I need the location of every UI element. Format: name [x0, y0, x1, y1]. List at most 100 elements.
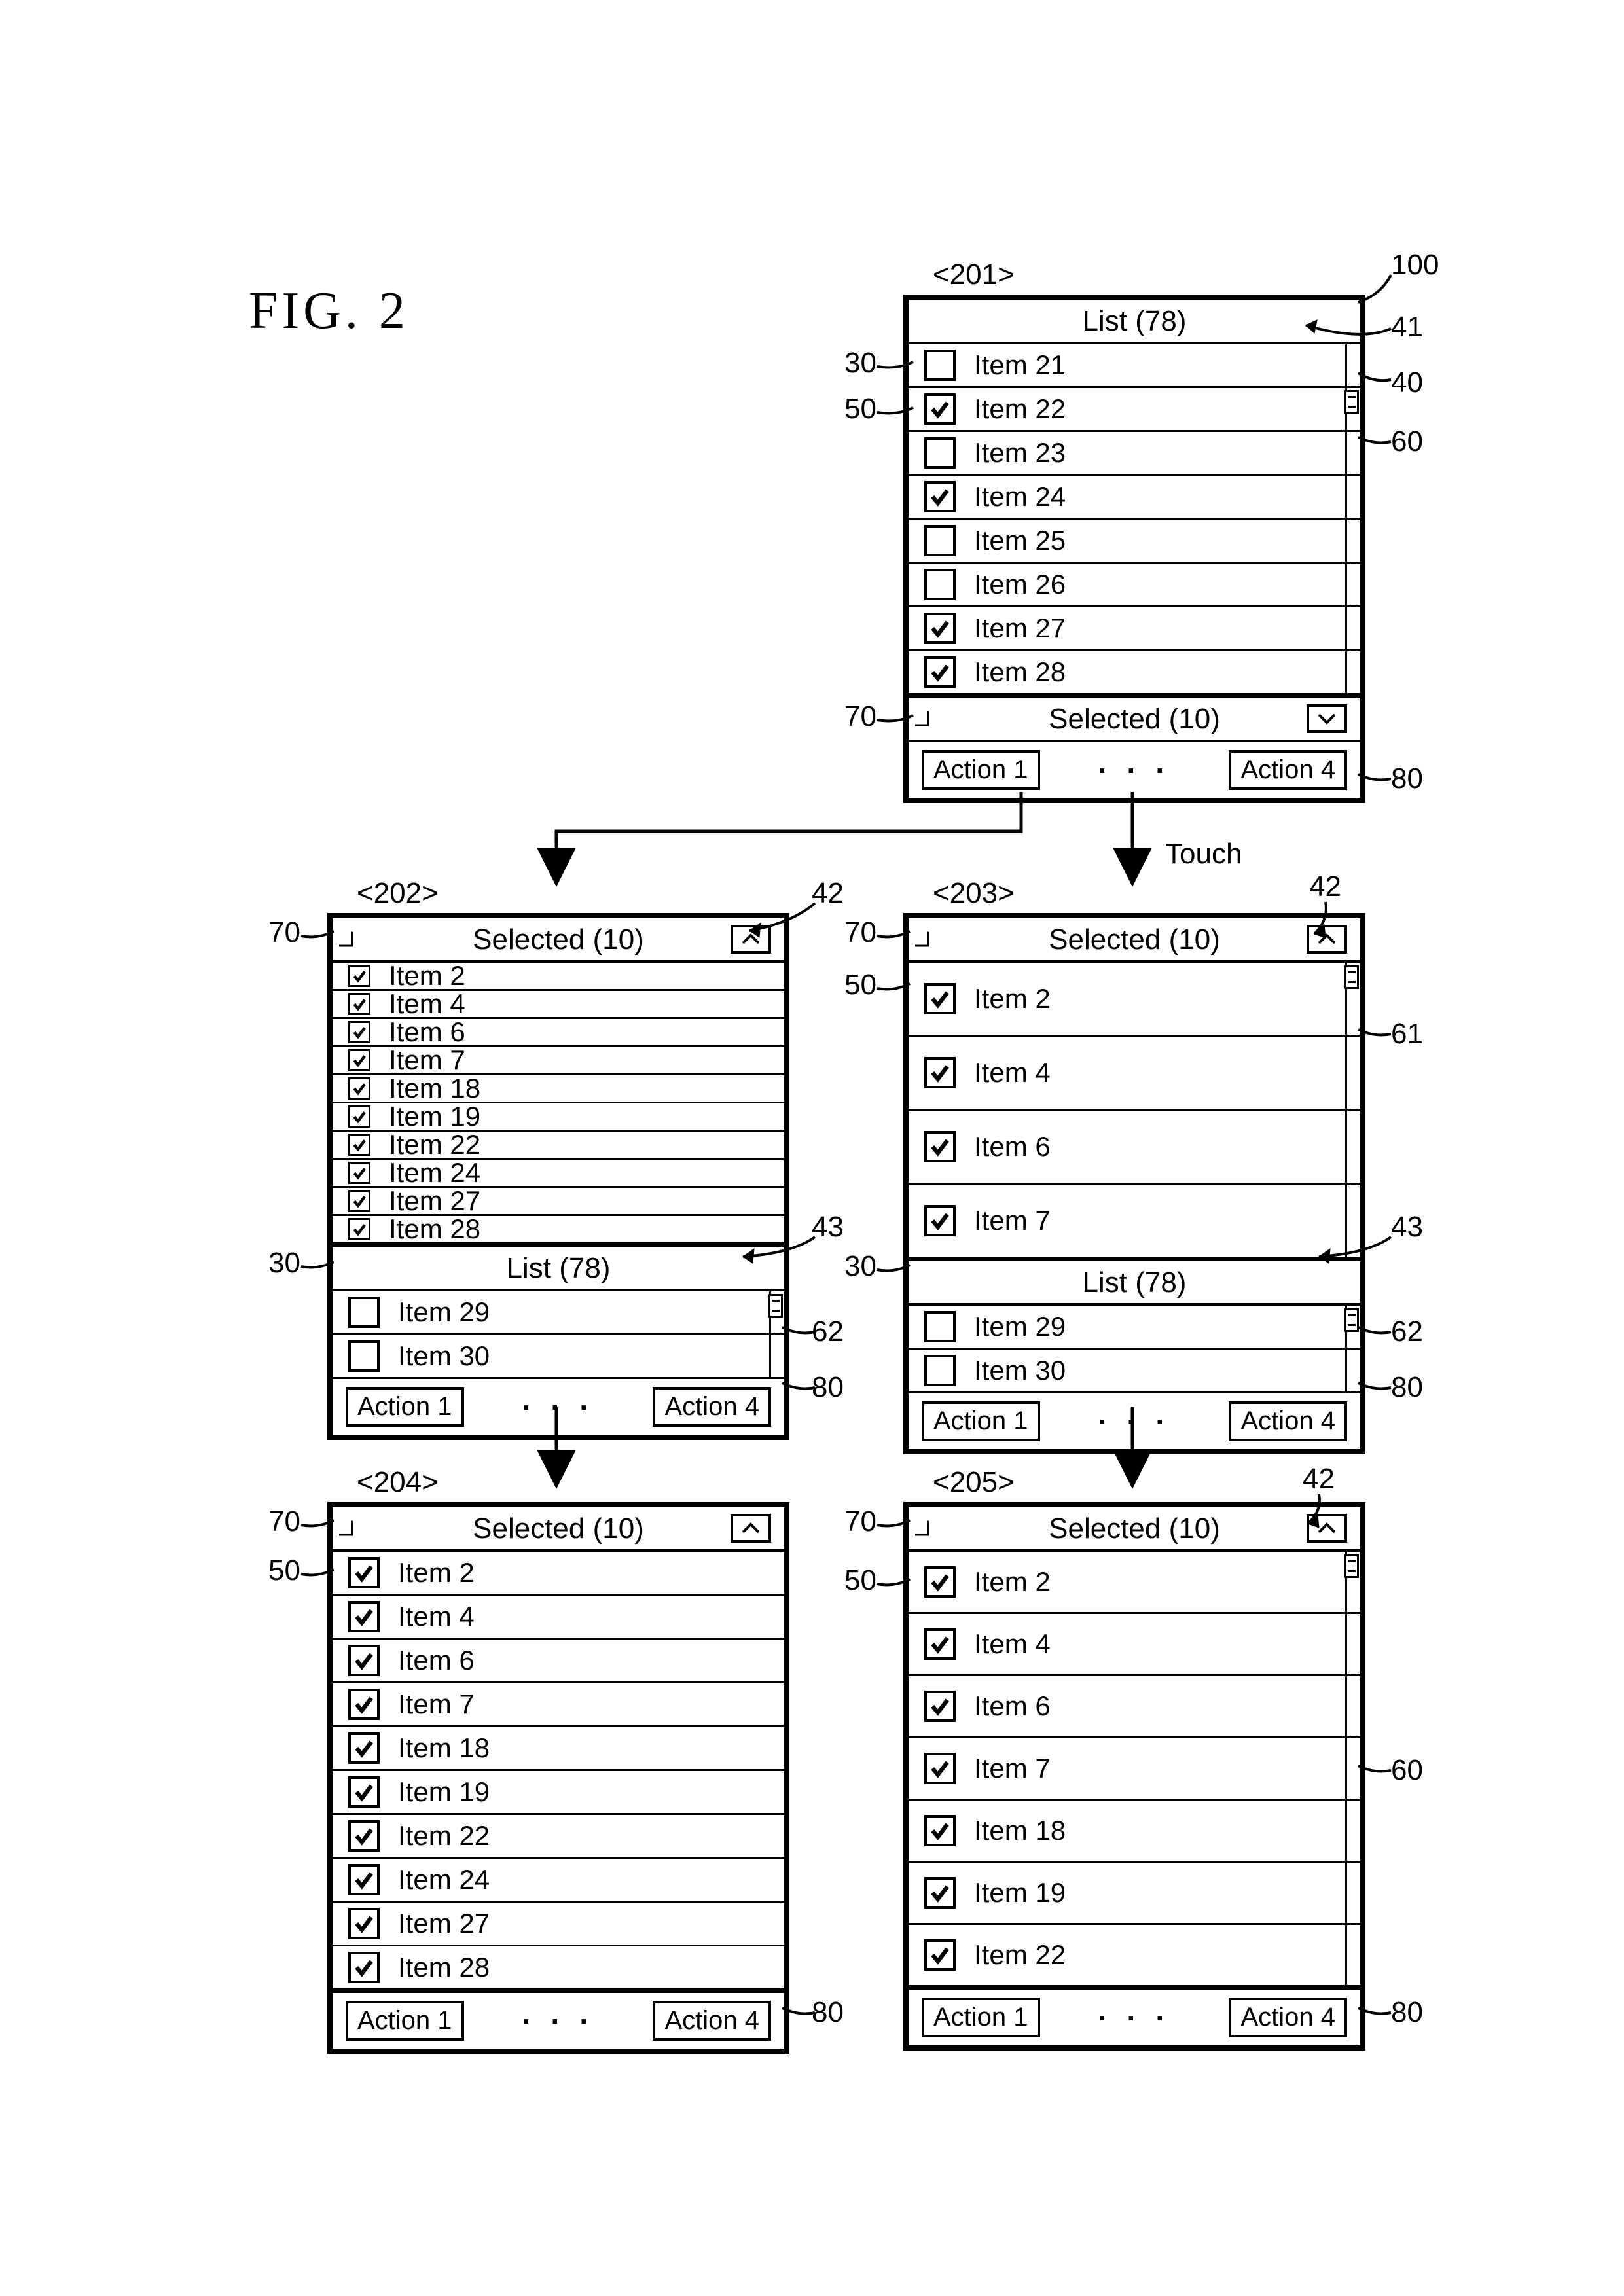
list-item[interactable]: Item 7	[909, 1185, 1360, 1259]
list-item[interactable]: Item 19	[909, 1863, 1360, 1925]
list-item[interactable]: Item 23	[909, 432, 1360, 476]
checkbox-checked-icon[interactable]	[348, 1557, 380, 1588]
checkbox-icon[interactable]	[924, 350, 956, 381]
action-1-button[interactable]: Action 1	[922, 1401, 1040, 1441]
list-item[interactable]: Item 25	[909, 520, 1360, 564]
list-item[interactable]: Item 30	[333, 1335, 784, 1379]
list-item[interactable]: Item 22	[909, 388, 1360, 432]
collapse-button[interactable]	[731, 1514, 771, 1543]
list-item[interactable]: Item 6	[333, 1640, 784, 1683]
list-item[interactable]: Item 4	[909, 1037, 1360, 1111]
list-item[interactable]: Item 22	[333, 1132, 784, 1160]
checkbox-checked-icon[interactable]	[924, 1628, 956, 1660]
selected-bar[interactable]: Selected (10)	[909, 918, 1360, 963]
list-item[interactable]: Item 6	[909, 1111, 1360, 1185]
action-1-button[interactable]: Action 1	[922, 1998, 1040, 2037]
list-item[interactable]: Item 6	[909, 1676, 1360, 1738]
checkbox-checked-icon[interactable]	[348, 1864, 380, 1895]
checkbox-checked-icon[interactable]	[348, 1952, 380, 1983]
checkbox-checked-icon[interactable]	[348, 1105, 370, 1128]
list-item[interactable]: Item 4	[333, 991, 784, 1019]
checkbox-checked-icon[interactable]	[348, 1077, 370, 1100]
checkbox-checked-icon[interactable]	[348, 1732, 380, 1764]
selected-bar[interactable]: Selected (10)	[909, 695, 1360, 742]
checkbox-checked-icon[interactable]	[348, 1021, 370, 1043]
list-item[interactable]: Item 24	[909, 476, 1360, 520]
selected-bar[interactable]: Selected (10)	[333, 1507, 784, 1552]
checkbox-checked-icon[interactable]	[348, 1162, 370, 1184]
checkbox-checked-icon[interactable]	[348, 965, 370, 987]
checkbox-checked-icon[interactable]	[348, 1049, 370, 1071]
checkbox-checked-icon[interactable]	[924, 1939, 956, 1971]
checkbox-checked-icon[interactable]	[348, 1820, 380, 1852]
list-item[interactable]: Item 4	[333, 1596, 784, 1640]
checkbox-icon[interactable]	[924, 437, 956, 469]
list-item[interactable]: Item 26	[909, 564, 1360, 607]
action-4-button[interactable]: Action 4	[1229, 1998, 1347, 2037]
checkbox-checked-icon[interactable]	[348, 1190, 370, 1212]
checkbox-checked-icon[interactable]	[348, 1601, 380, 1632]
list-item[interactable]: Item 19	[333, 1103, 784, 1132]
list-item[interactable]: Item 2	[909, 1552, 1360, 1614]
expand-button[interactable]	[1307, 704, 1347, 733]
list-item[interactable]: Item 7	[333, 1047, 784, 1075]
list-item[interactable]: Item 22	[333, 1815, 784, 1859]
list-item[interactable]: Item 29	[333, 1291, 784, 1335]
checkbox-checked-icon[interactable]	[348, 1689, 380, 1720]
action-1-button[interactable]: Action 1	[346, 1387, 464, 1427]
list-item[interactable]: Item 2	[909, 963, 1360, 1037]
list-item[interactable]: Item 18	[333, 1075, 784, 1103]
action-4-button[interactable]: Action 4	[653, 2001, 771, 2041]
list-item[interactable]: Item 29	[909, 1306, 1360, 1350]
checkbox-checked-icon[interactable]	[348, 1776, 380, 1808]
list-item[interactable]: Item 27	[333, 1188, 784, 1216]
checkbox-checked-icon[interactable]	[924, 1205, 956, 1236]
checkbox-icon[interactable]	[348, 1340, 380, 1372]
checkbox-checked-icon[interactable]	[924, 1131, 956, 1162]
list-item[interactable]: Item 4	[909, 1614, 1360, 1676]
checkbox-checked-icon[interactable]	[348, 993, 370, 1015]
action-4-button[interactable]: Action 4	[1229, 1401, 1347, 1441]
list-item[interactable]: Item 21	[909, 344, 1360, 388]
checkbox-icon[interactable]	[924, 1355, 956, 1386]
checkbox-icon[interactable]	[348, 1297, 380, 1328]
checkbox-checked-icon[interactable]	[348, 1645, 380, 1676]
list-item[interactable]: Item 22	[909, 1925, 1360, 1987]
list-item[interactable]: Item 2	[333, 963, 784, 991]
checkbox-checked-icon[interactable]	[924, 1753, 956, 1784]
list-item[interactable]: Item 28	[909, 651, 1360, 695]
selected-bar[interactable]: Selected (10)	[909, 1507, 1360, 1552]
checkbox-checked-icon[interactable]	[924, 481, 956, 512]
action-1-button[interactable]: Action 1	[922, 750, 1040, 790]
selected-bar[interactable]: Selected (10)	[333, 918, 784, 963]
list-item[interactable]: Item 28	[333, 1216, 784, 1244]
checkbox-icon[interactable]	[924, 569, 956, 600]
checkbox-checked-icon[interactable]	[924, 1691, 956, 1722]
checkbox-checked-icon[interactable]	[348, 1134, 370, 1156]
checkbox-checked-icon[interactable]	[924, 656, 956, 688]
list-item[interactable]: Item 24	[333, 1160, 784, 1188]
checkbox-icon[interactable]	[924, 525, 956, 556]
list-item[interactable]: Item 7	[333, 1683, 784, 1727]
list-item[interactable]: Item 18	[333, 1727, 784, 1771]
checkbox-checked-icon[interactable]	[348, 1908, 380, 1939]
checkbox-checked-icon[interactable]	[924, 393, 956, 425]
list-item[interactable]: Item 7	[909, 1738, 1360, 1801]
list-item[interactable]: Item 28	[333, 1946, 784, 1990]
checkbox-checked-icon[interactable]	[924, 983, 956, 1014]
checkbox-checked-icon[interactable]	[924, 1815, 956, 1846]
list-item[interactable]: Item 19	[333, 1771, 784, 1815]
list-item[interactable]: Item 27	[333, 1903, 784, 1946]
list-item[interactable]: Item 27	[909, 607, 1360, 651]
action-1-button[interactable]: Action 1	[346, 2001, 464, 2041]
list-item[interactable]: Item 30	[909, 1350, 1360, 1393]
checkbox-checked-icon[interactable]	[348, 1218, 370, 1240]
checkbox-checked-icon[interactable]	[924, 1566, 956, 1598]
checkbox-checked-icon[interactable]	[924, 1057, 956, 1088]
checkbox-checked-icon[interactable]	[924, 1877, 956, 1909]
list-item[interactable]: Item 24	[333, 1859, 784, 1903]
list-item[interactable]: Item 18	[909, 1801, 1360, 1863]
checkbox-checked-icon[interactable]	[924, 613, 956, 644]
action-4-button[interactable]: Action 4	[1229, 750, 1347, 790]
list-item[interactable]: Item 2	[333, 1552, 784, 1596]
